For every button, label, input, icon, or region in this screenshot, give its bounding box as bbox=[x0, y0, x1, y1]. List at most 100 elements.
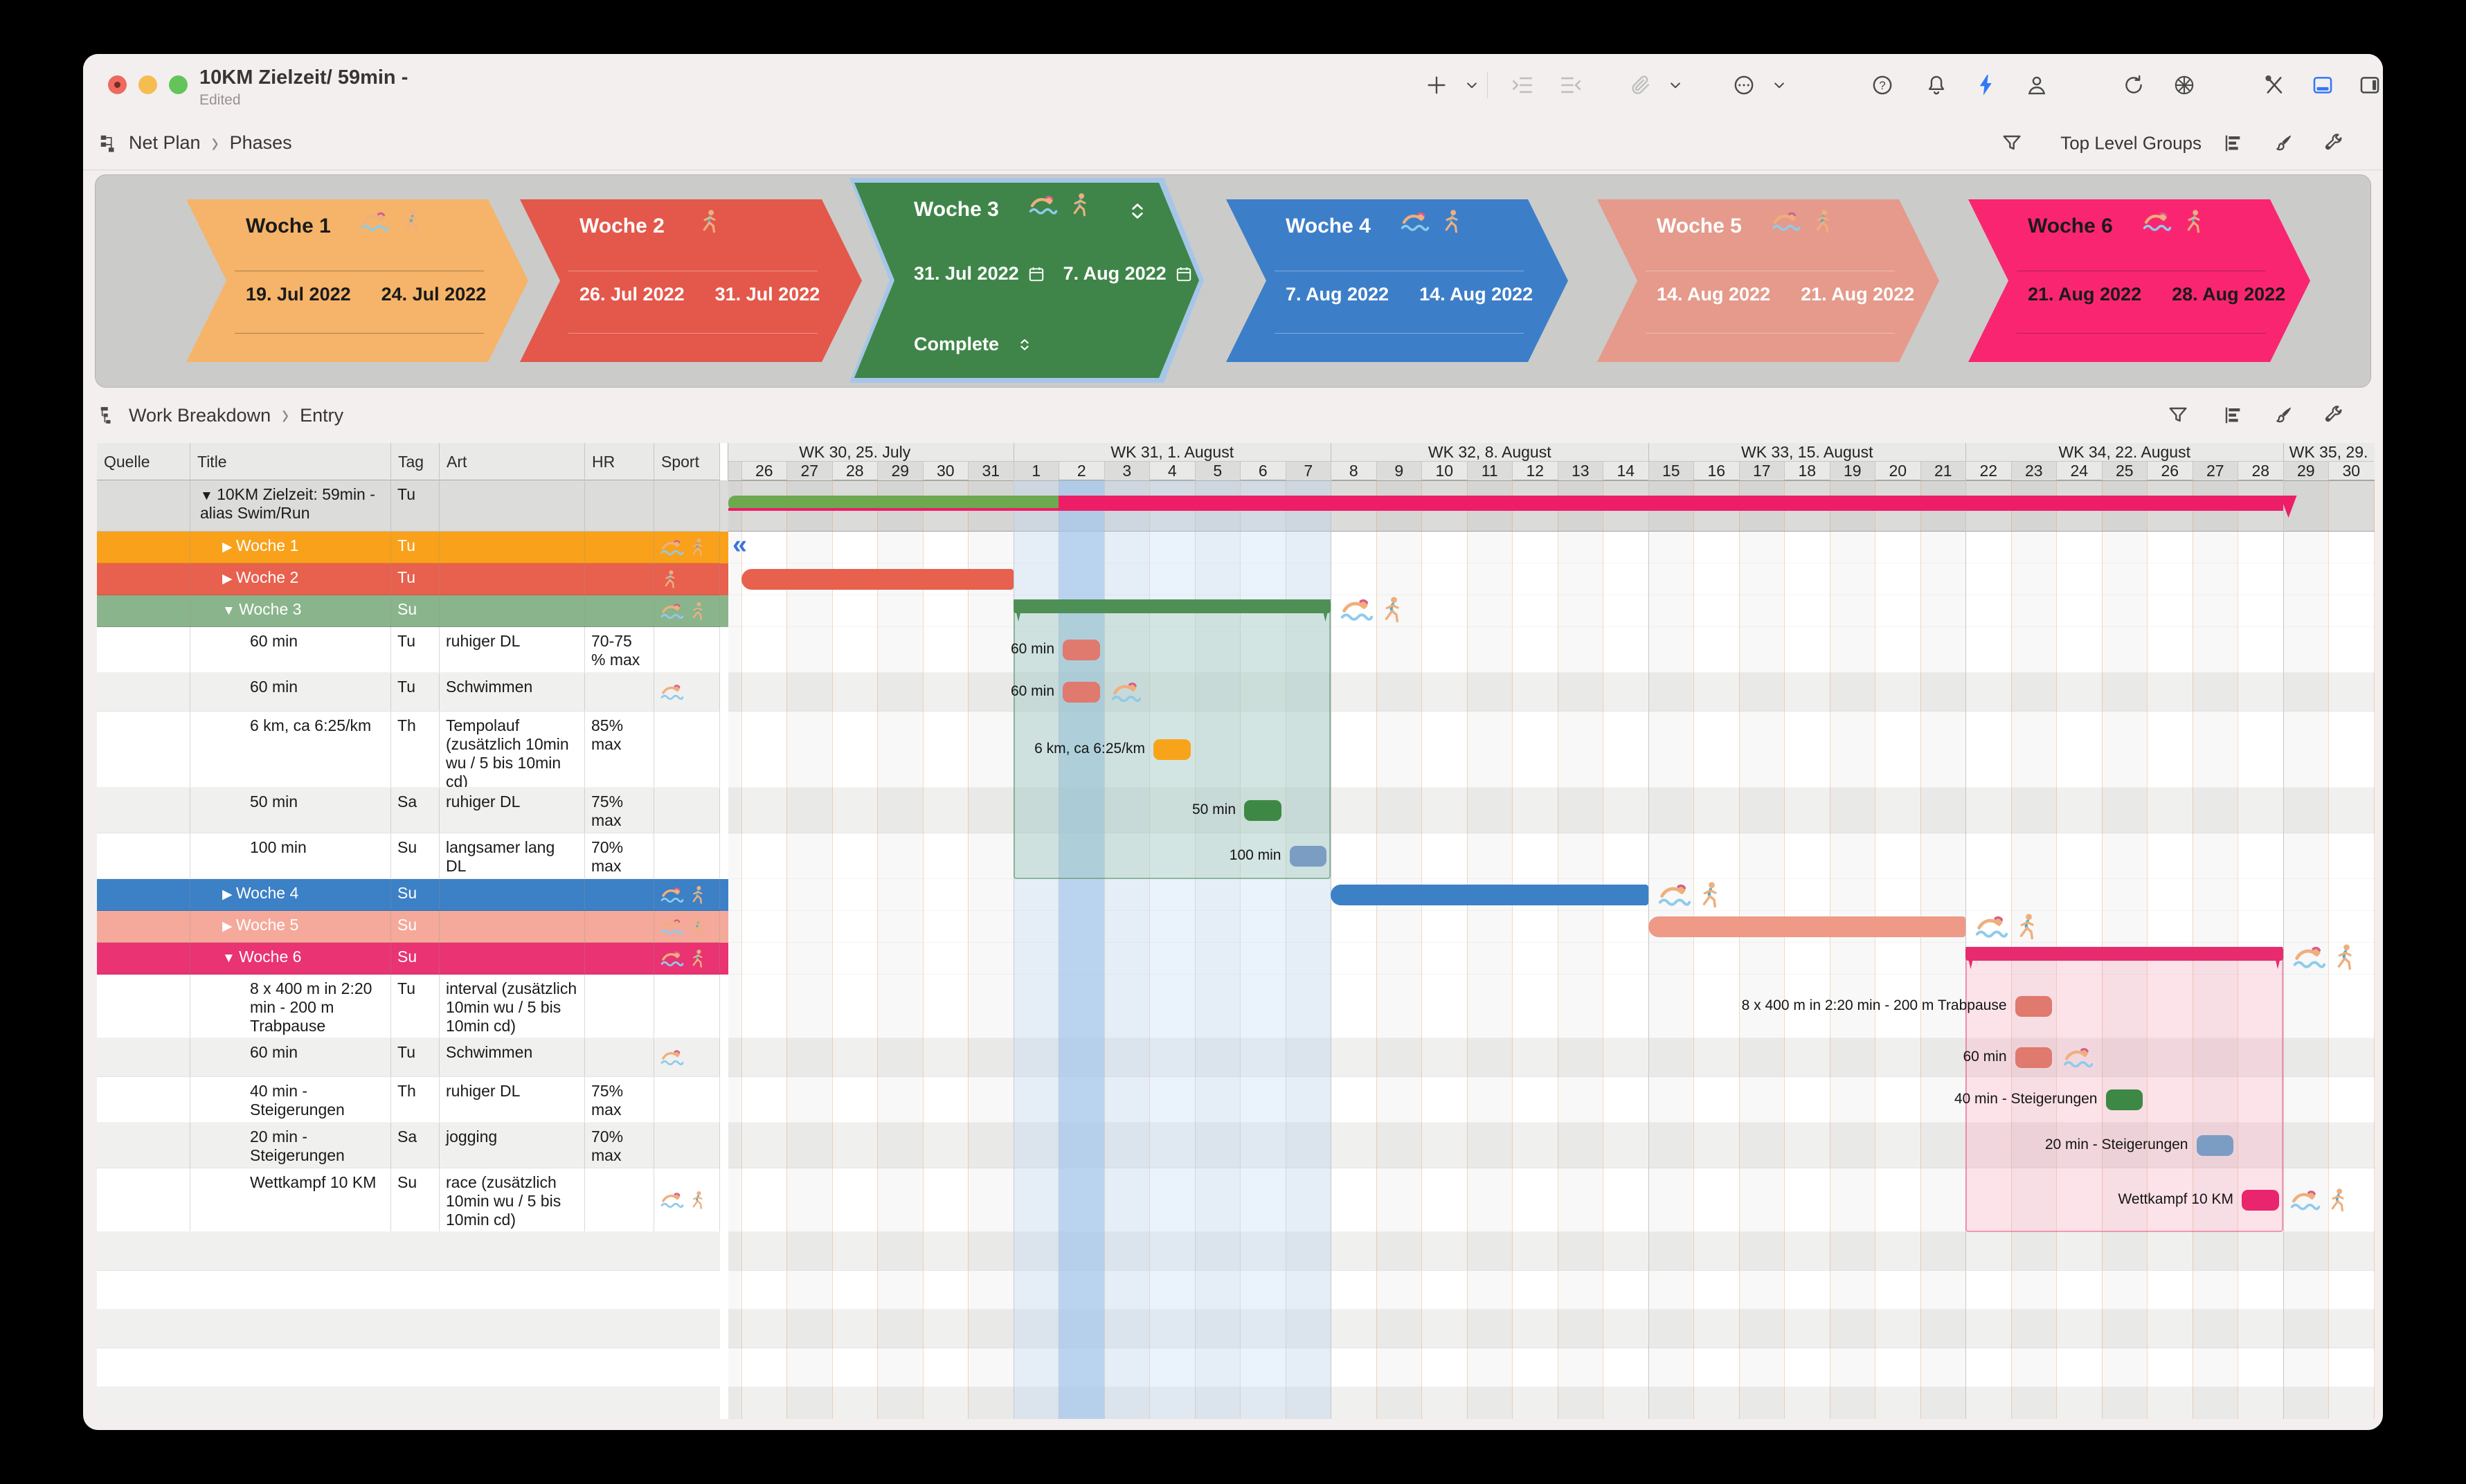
filter-icon[interactable] bbox=[2167, 404, 2189, 426]
outline-icon[interactable] bbox=[2222, 404, 2244, 426]
table-row[interactable]: ▼ Woche 6Su bbox=[97, 943, 720, 975]
notifications-icon[interactable] bbox=[1925, 73, 1948, 97]
settings-wrench-icon[interactable] bbox=[2322, 404, 2344, 426]
table-row[interactable]: ▶ Woche 5Su bbox=[97, 911, 720, 943]
calendar-icon[interactable] bbox=[1175, 265, 1193, 283]
table-row-empty[interactable] bbox=[97, 1310, 720, 1348]
stepper-icon[interactable] bbox=[1017, 336, 1032, 354]
table-row[interactable]: 60 minTuSchwimmen bbox=[97, 1038, 720, 1077]
phase-summary-bracket[interactable] bbox=[1965, 947, 2283, 961]
disclosure-closed-icon[interactable]: ▶ bbox=[222, 572, 236, 586]
disclosure-closed-icon[interactable]: ▶ bbox=[222, 919, 236, 934]
breadcrumb-work-breakdown[interactable]: Work Breakdown bbox=[129, 405, 271, 426]
task-bar[interactable] bbox=[2197, 1135, 2234, 1156]
help-icon[interactable] bbox=[1871, 73, 1894, 97]
table-row[interactable]: 40 min - SteigerungenThruhiger DL75% max bbox=[97, 1077, 720, 1123]
breadcrumb-net-plan[interactable]: Net Plan bbox=[129, 132, 201, 154]
collapse-chevrons-icon[interactable] bbox=[1127, 199, 1148, 223]
outdent-icon[interactable] bbox=[1559, 73, 1583, 97]
table-row[interactable]: Wettkampf 10 KMSurace (zusätzlich 10min … bbox=[97, 1168, 720, 1232]
phase-arrow-woche-1[interactable]: Woche 119. Jul 202224. Jul 2022 bbox=[186, 199, 528, 362]
column-header-hr[interactable]: HR bbox=[585, 443, 654, 480]
phase-arrow-woche-6[interactable]: Woche 621. Aug 202228. Aug 2022 bbox=[1968, 199, 2310, 362]
calendar-icon[interactable] bbox=[1027, 265, 1045, 283]
style-brush-icon[interactable] bbox=[2272, 132, 2294, 154]
style-brush-icon[interactable] bbox=[2272, 404, 2294, 426]
phase-bar[interactable] bbox=[1648, 916, 1966, 937]
filter-label[interactable]: Top Level Groups bbox=[2060, 132, 2202, 154]
phase-bar[interactable] bbox=[741, 569, 1014, 590]
close-button[interactable] bbox=[108, 75, 127, 94]
more-icon[interactable] bbox=[1732, 73, 1756, 97]
wb-breadcrumb[interactable]: Work Breakdown › Entry bbox=[98, 388, 343, 443]
column-header-art[interactable]: Art bbox=[440, 443, 585, 480]
add-icon[interactable] bbox=[1425, 73, 1448, 97]
table-row[interactable]: ▶ Woche 2Tu bbox=[97, 563, 720, 595]
add-chevron-icon[interactable] bbox=[1465, 78, 1479, 92]
table-row-empty[interactable] bbox=[97, 1348, 720, 1387]
disclosure-open-icon[interactable]: ▼ bbox=[200, 489, 217, 503]
column-header-sport[interactable]: Sport bbox=[654, 443, 720, 480]
filter-icon[interactable] bbox=[2001, 132, 2023, 154]
table-row[interactable]: 60 minTuSchwimmen bbox=[97, 673, 720, 712]
task-bar[interactable] bbox=[1063, 640, 1100, 660]
disclosure-closed-icon[interactable]: ▶ bbox=[222, 887, 236, 902]
bar-offscreen-left-marker[interactable]: « bbox=[732, 530, 747, 560]
settings-wrench-icon[interactable] bbox=[2322, 132, 2344, 154]
settings-tools-icon[interactable] bbox=[2262, 73, 2286, 97]
disclosure-open-icon[interactable]: ▼ bbox=[222, 951, 239, 966]
attachment-icon[interactable] bbox=[1628, 73, 1652, 97]
phase-bar[interactable] bbox=[1331, 885, 1648, 905]
task-bar[interactable] bbox=[1153, 739, 1191, 760]
task-bar[interactable] bbox=[1063, 682, 1100, 703]
panel-bottom-icon[interactable] bbox=[2311, 73, 2334, 97]
attachment-chevron-icon[interactable] bbox=[1668, 78, 1682, 92]
table-row[interactable]: 100 minSulangsamer lang DL70% max bbox=[97, 833, 720, 879]
week-header-cell: WK 30, 25. July bbox=[728, 443, 1014, 462]
task-bar[interactable] bbox=[1290, 846, 1327, 867]
table-row[interactable]: 8 x 400 m in 2:20 min - 200 m TrabpauseT… bbox=[97, 975, 720, 1038]
task-bar[interactable] bbox=[1244, 800, 1281, 821]
table-row[interactable]: ▼ 10KM Zielzeit: 59min - alias Swim/RunT… bbox=[97, 480, 720, 532]
breadcrumb-entry[interactable]: Entry bbox=[300, 405, 343, 426]
column-header-quelle[interactable]: Quelle bbox=[97, 443, 190, 480]
browse-icon[interactable] bbox=[2172, 73, 2196, 97]
table-row[interactable]: 50 minSaruhiger DL75% max bbox=[97, 788, 720, 833]
table-gantt-splitter[interactable] bbox=[720, 443, 728, 1419]
zoom-button[interactable] bbox=[169, 75, 188, 94]
disclosure-closed-icon[interactable]: ▶ bbox=[222, 540, 236, 554]
user-icon[interactable] bbox=[2025, 73, 2049, 97]
phase-arrow-woche-3[interactable]: Woche 331. Jul 20227. Aug 2022Complete bbox=[854, 183, 1199, 378]
column-header-tag[interactable]: Tag bbox=[391, 443, 440, 480]
indent-icon[interactable] bbox=[1511, 73, 1534, 97]
more-chevron-icon[interactable] bbox=[1772, 78, 1786, 92]
table-row-empty[interactable] bbox=[97, 1271, 720, 1310]
sync-icon[interactable] bbox=[2122, 73, 2145, 97]
minimize-button[interactable] bbox=[138, 75, 157, 94]
netplan-breadcrumb[interactable]: Net Plan › Phases bbox=[98, 116, 292, 170]
table-row-empty[interactable] bbox=[97, 1232, 720, 1271]
panel-right-icon[interactable] bbox=[2358, 73, 2382, 97]
project-summary-bar[interactable] bbox=[1059, 496, 2283, 511]
activity-icon[interactable] bbox=[1974, 73, 1998, 97]
table-row[interactable]: 6 km, ca 6:25/kmThTempolauf (zusätzlich … bbox=[97, 712, 720, 788]
table-row[interactable]: ▶ Woche 1Tu bbox=[97, 532, 720, 563]
collapse-chevrons-icon[interactable] bbox=[1127, 199, 1148, 223]
disclosure-open-icon[interactable]: ▼ bbox=[222, 604, 239, 618]
table-row[interactable]: ▼ Woche 3Su bbox=[97, 595, 720, 627]
table-row-empty[interactable] bbox=[97, 1387, 720, 1419]
task-bar[interactable] bbox=[2106, 1089, 2143, 1110]
phase-arrow-woche-5[interactable]: Woche 514. Aug 202221. Aug 2022 bbox=[1597, 199, 1939, 362]
table-row[interactable]: 20 min - SteigerungenSajogging70% max bbox=[97, 1123, 720, 1168]
task-bar[interactable] bbox=[2015, 1047, 2053, 1068]
table-row[interactable]: ▶ Woche 4Su bbox=[97, 879, 720, 911]
phase-arrow-woche-2[interactable]: Woche 226. Jul 202231. Jul 2022 bbox=[520, 199, 862, 362]
table-row[interactable]: 60 minTuruhiger DL70-75 % max bbox=[97, 627, 720, 673]
task-bar[interactable] bbox=[2015, 996, 2053, 1017]
phase-arrow-woche-4[interactable]: Woche 47. Aug 202214. Aug 2022 bbox=[1226, 199, 1568, 362]
column-header-title[interactable]: Title bbox=[190, 443, 391, 480]
phase-summary-bracket[interactable] bbox=[1014, 599, 1331, 613]
task-bar[interactable] bbox=[2242, 1190, 2279, 1211]
breadcrumb-phases[interactable]: Phases bbox=[230, 132, 292, 154]
outline-icon[interactable] bbox=[2222, 132, 2244, 154]
